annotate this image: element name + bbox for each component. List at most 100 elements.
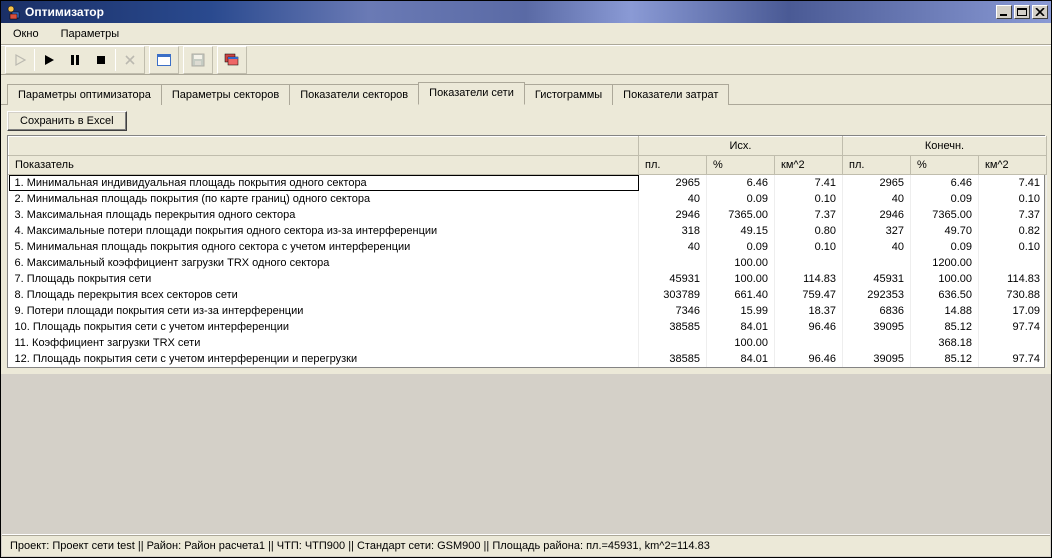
cell-src-pl: 2965 — [639, 175, 707, 192]
table-row[interactable]: 2. Минимальная площадь покрытия (по карт… — [9, 191, 1047, 207]
cell-src-km2: 96.46 — [775, 319, 843, 335]
header-src-pct[interactable]: % — [707, 156, 775, 175]
cell-label: 1. Минимальная индивидуальная площадь по… — [9, 175, 639, 192]
cell-src-pl: 7346 — [639, 303, 707, 319]
cell-fin-km2: 97.74 — [979, 351, 1047, 367]
cell-fin-pl: 2965 — [843, 175, 911, 192]
menu-window[interactable]: Окно — [7, 26, 45, 42]
header-indicator[interactable]: Показатель — [9, 156, 639, 175]
cell-fin-pct: 636.50 — [911, 287, 979, 303]
header-group-source[interactable]: Исх. — [639, 137, 843, 156]
header-fin-pl[interactable]: пл. — [843, 156, 911, 175]
cell-fin-km2 — [979, 335, 1047, 351]
header-blank[interactable] — [9, 137, 639, 156]
table-row[interactable]: 9. Потери площади покрытия сети из-за ин… — [9, 303, 1047, 319]
cell-src-pct: 0.09 — [707, 239, 775, 255]
indicators-table: Исх. Конечн. Показатель пл. % км^2 пл. %… — [7, 135, 1045, 368]
cell-src-km2: 7.37 — [775, 207, 843, 223]
cell-label: 3. Максимальная площадь перекрытия одног… — [9, 207, 639, 223]
cell-src-pl: 38585 — [639, 319, 707, 335]
table-row[interactable]: 7. Площадь покрытия сети45931100.00114.8… — [9, 271, 1047, 287]
cell-src-km2: 114.83 — [775, 271, 843, 287]
tab-sector-params[interactable]: Параметры секторов — [161, 84, 290, 105]
header-src-pl[interactable]: пл. — [639, 156, 707, 175]
cell-src-km2: 759.47 — [775, 287, 843, 303]
save-button[interactable] — [185, 48, 211, 72]
table-row[interactable]: 8. Площадь перекрытия всех секторов сети… — [9, 287, 1047, 303]
cell-label: 5. Минимальная площадь покрытия одного с… — [9, 239, 639, 255]
cell-fin-km2: 0.82 — [979, 223, 1047, 239]
table-row[interactable]: 12. Площадь покрытия сети с учетом интер… — [9, 351, 1047, 367]
cell-src-km2: 0.10 — [775, 239, 843, 255]
cell-fin-pct: 368.18 — [911, 335, 979, 351]
table-row[interactable]: 3. Максимальная площадь перекрытия одног… — [9, 207, 1047, 223]
cell-src-km2: 18.37 — [775, 303, 843, 319]
cell-label: 9. Потери площади покрытия сети из-за ин… — [9, 303, 639, 319]
cell-src-pl: 40 — [639, 239, 707, 255]
cell-src-pct: 661.40 — [707, 287, 775, 303]
play-button[interactable] — [36, 48, 62, 72]
cell-label: 11. Коэффициент загрузки TRX сети — [9, 335, 639, 351]
maximize-button[interactable] — [1014, 5, 1030, 19]
cell-fin-pct: 0.09 — [911, 191, 979, 207]
cell-src-pl: 38585 — [639, 351, 707, 367]
close-button[interactable] — [1032, 5, 1048, 19]
tab-cost-indicators[interactable]: Показатели затрат — [612, 84, 729, 105]
header-fin-km2[interactable]: км^2 — [979, 156, 1047, 175]
pause-button[interactable] — [62, 48, 88, 72]
cell-src-pct: 100.00 — [707, 255, 775, 271]
header-fin-pct[interactable]: % — [911, 156, 979, 175]
tabstrip: Параметры оптимизатора Параметры секторо… — [1, 75, 1051, 105]
tab-histograms[interactable]: Гистограммы — [524, 84, 613, 105]
cell-fin-pl: 327 — [843, 223, 911, 239]
table-row[interactable]: 5. Минимальная площадь покрытия одного с… — [9, 239, 1047, 255]
tab-optimizer-params[interactable]: Параметры оптимизатора — [7, 84, 162, 105]
cell-src-pct: 6.46 — [707, 175, 775, 192]
cell-fin-pl: 39095 — [843, 351, 911, 367]
play-outline-button[interactable] — [7, 48, 33, 72]
table-row[interactable]: 1. Минимальная индивидуальная площадь по… — [9, 175, 1047, 192]
cell-src-pl: 2946 — [639, 207, 707, 223]
cell-src-km2: 0.10 — [775, 191, 843, 207]
cell-src-km2 — [775, 335, 843, 351]
header-group-final[interactable]: Конечн. — [843, 137, 1047, 156]
cell-label: 7. Площадь покрытия сети — [9, 271, 639, 287]
cell-fin-pct: 49.70 — [911, 223, 979, 239]
cell-fin-km2 — [979, 255, 1047, 271]
minimize-button[interactable] — [996, 5, 1012, 19]
cell-fin-pct: 85.12 — [911, 351, 979, 367]
cell-src-pl: 303789 — [639, 287, 707, 303]
cascade-windows-button[interactable] — [219, 48, 245, 72]
tab-network-indicators[interactable]: Показатели сети — [418, 82, 525, 105]
cell-label: 4. Максимальные потери площади покрытия … — [9, 223, 639, 239]
table-row[interactable]: 10. Площадь покрытия сети с учетом интер… — [9, 319, 1047, 335]
cell-fin-pl — [843, 335, 911, 351]
cell-src-pct: 84.01 — [707, 351, 775, 367]
window-view-button[interactable] — [151, 48, 177, 72]
cell-fin-pl: 40 — [843, 239, 911, 255]
cell-fin-pl: 40 — [843, 191, 911, 207]
status-text: Проект: Проект сети test || Район: Район… — [10, 540, 710, 552]
table-row[interactable]: 11. Коэффициент загрузки TRX сети100.003… — [9, 335, 1047, 351]
cancel-button[interactable] — [117, 48, 143, 72]
cell-src-pct: 84.01 — [707, 319, 775, 335]
cell-src-pct: 49.15 — [707, 223, 775, 239]
cell-fin-pct: 1200.00 — [911, 255, 979, 271]
stop-button[interactable] — [88, 48, 114, 72]
cell-src-pl: 40 — [639, 191, 707, 207]
cell-fin-pl: 39095 — [843, 319, 911, 335]
cell-fin-pct: 14.88 — [911, 303, 979, 319]
window-title: Оптимизатор — [25, 5, 104, 19]
cell-fin-pl: 6836 — [843, 303, 911, 319]
cell-src-km2: 96.46 — [775, 351, 843, 367]
table-row[interactable]: 6. Максимальный коэффициент загрузки TRX… — [9, 255, 1047, 271]
menu-parameters[interactable]: Параметры — [55, 26, 126, 42]
menubar: Окно Параметры — [1, 23, 1051, 45]
app-icon — [5, 4, 21, 20]
table-row[interactable]: 4. Максимальные потери площади покрытия … — [9, 223, 1047, 239]
tab-sector-indicators[interactable]: Показатели секторов — [289, 84, 419, 105]
header-src-km2[interactable]: км^2 — [775, 156, 843, 175]
save-to-excel-button[interactable]: Сохранить в Excel — [7, 111, 127, 131]
cell-fin-pl: 292353 — [843, 287, 911, 303]
cell-label: 10. Площадь покрытия сети с учетом интер… — [9, 319, 639, 335]
